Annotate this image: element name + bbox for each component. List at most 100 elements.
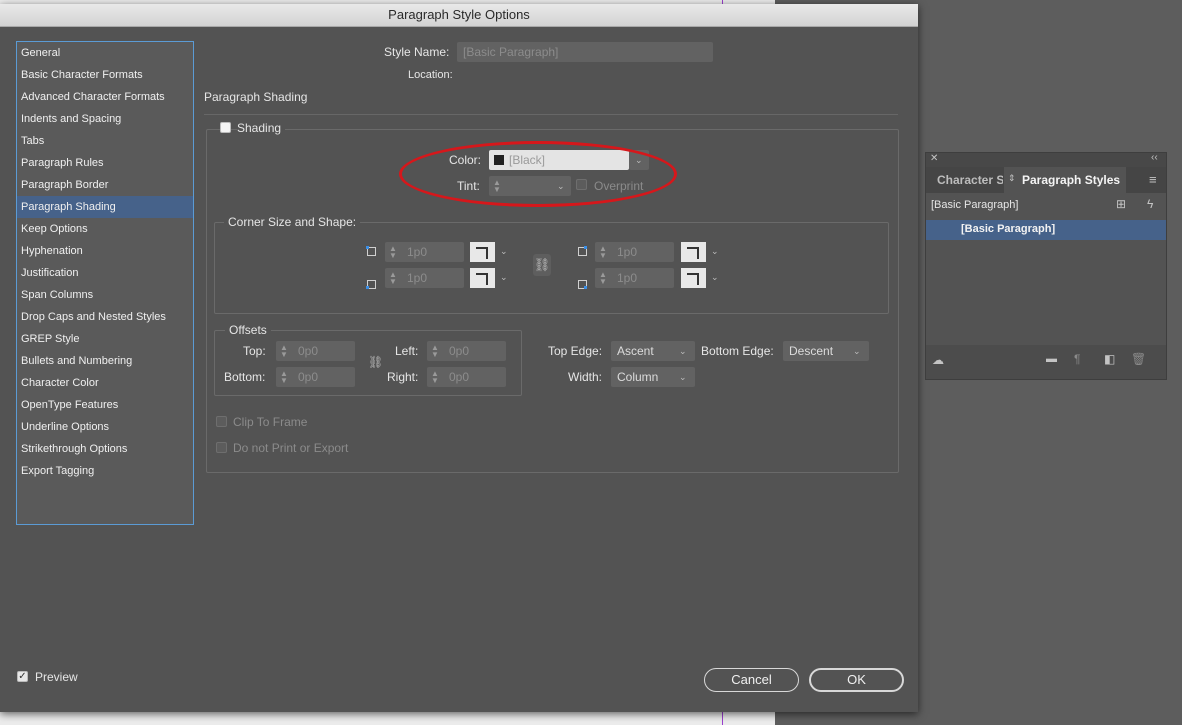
sidebar-item-paragraph-rules[interactable]: Paragraph Rules bbox=[17, 152, 193, 174]
width-value: Column bbox=[617, 370, 659, 384]
sidebar-item-justification[interactable]: Justification bbox=[17, 262, 193, 284]
offset-top-label: Top: bbox=[243, 344, 266, 358]
stepper-icon[interactable]: ▲ ▼ bbox=[279, 344, 289, 359]
preview-checkbox[interactable]: ✓ bbox=[17, 671, 28, 682]
stepper-icon[interactable]: ▲ ▼ bbox=[598, 245, 608, 260]
sidebar-item-tabs[interactable]: Tabs bbox=[17, 130, 193, 152]
style-list-item-label: [Basic Paragraph] bbox=[961, 223, 1056, 235]
style-name-label: Style Name: bbox=[384, 45, 450, 59]
style-name-field[interactable]: [Basic Paragraph] bbox=[457, 42, 713, 62]
top-edge-label: Top Edge: bbox=[548, 344, 603, 358]
link-icon[interactable]: ⛓ bbox=[533, 254, 551, 276]
chevron-down-icon[interactable]: ⌄ bbox=[711, 246, 719, 257]
top-edge-dropdown[interactable]: Ascent ⌄ bbox=[611, 341, 695, 361]
clip-to-frame-label: Clip To Frame bbox=[233, 415, 308, 429]
annotation-ellipse bbox=[399, 141, 677, 207]
offset-bottom-label: Bottom: bbox=[224, 370, 266, 384]
stepper-icon[interactable]: ▲ ▼ bbox=[430, 344, 440, 359]
no-print-label: Do not Print or Export bbox=[233, 441, 349, 455]
sidebar-item-bullets-and-numbering[interactable]: Bullets and Numbering bbox=[17, 350, 193, 372]
sidebar-item-hyphenation[interactable]: Hyphenation bbox=[17, 240, 193, 262]
offset-right-label: Right: bbox=[387, 370, 419, 384]
collapse-icon[interactable]: ‹‹ bbox=[1151, 152, 1158, 163]
corner-title: Corner Size and Shape: bbox=[224, 215, 361, 229]
panel-header: ✕ ‹‹ bbox=[926, 152, 1166, 167]
no-print-checkbox[interactable] bbox=[216, 442, 227, 453]
link-icon[interactable]: ⛓ bbox=[368, 351, 383, 373]
offsets-title: Offsets bbox=[225, 323, 271, 337]
paragraph-style-options-dialog: Paragraph Style Options General Basic Ch… bbox=[0, 4, 918, 712]
bottom-edge-value: Descent bbox=[789, 344, 834, 358]
clip-to-frame-checkbox[interactable] bbox=[216, 416, 227, 427]
trash-icon[interactable]: 🗑 bbox=[1131, 352, 1146, 366]
preview-label: Preview bbox=[35, 670, 78, 684]
pilcrow-icon[interactable]: ¶ bbox=[1074, 352, 1080, 366]
sidebar-item-span-columns[interactable]: Span Columns bbox=[17, 284, 193, 306]
style-list-item[interactable]: [Basic Paragraph] bbox=[926, 220, 1166, 240]
panel-menu-icon[interactable]: ≡ bbox=[1149, 172, 1157, 187]
top-right-corner-icon bbox=[578, 246, 587, 256]
tab-paragraph-styles-label: Paragraph Styles bbox=[1022, 173, 1121, 187]
sidebar-item-character-color[interactable]: Character Color bbox=[17, 372, 193, 394]
sidebar-item-general[interactable]: General bbox=[17, 42, 193, 64]
bottom-right-corner-shape[interactable] bbox=[681, 268, 706, 288]
new-style-icon[interactable]: ⊞ bbox=[1116, 197, 1126, 211]
stepper-icon[interactable]: ▲ ▼ bbox=[388, 271, 398, 286]
width-dropdown[interactable]: Column ⌄ bbox=[611, 367, 695, 387]
chevron-down-icon[interactable]: ⌄ bbox=[500, 246, 508, 257]
top-edge-value: Ascent bbox=[617, 344, 654, 358]
sidebar-item-grep-style[interactable]: GREP Style bbox=[17, 328, 193, 350]
chevron-down-icon: ⌄ bbox=[679, 372, 687, 382]
bottom-edge-label: Bottom Edge: bbox=[701, 344, 774, 358]
cloud-library-icon[interactable]: ☁ bbox=[932, 353, 944, 367]
stepper-icon[interactable]: ▲ ▼ bbox=[388, 245, 398, 260]
folder-icon[interactable]: ▬ bbox=[1046, 353, 1057, 365]
tab-paragraph-styles[interactable]: Paragraph Styles bbox=[1004, 167, 1126, 193]
column-guide bbox=[722, 712, 723, 725]
sidebar-item-export-tagging[interactable]: Export Tagging bbox=[17, 460, 193, 482]
stepper-icon[interactable]: ▲ ▼ bbox=[598, 271, 608, 286]
paragraph-styles-panel: ✕ ‹‹ Character S Paragraph Styles ⇕ ≡ [B… bbox=[925, 152, 1167, 380]
bottom-left-corner-shape[interactable] bbox=[470, 268, 495, 288]
sidebar-item-keep-options[interactable]: Keep Options bbox=[17, 218, 193, 240]
close-icon[interactable]: ✕ bbox=[930, 153, 938, 164]
sidebar-item-underline-options[interactable]: Underline Options bbox=[17, 416, 193, 438]
sidebar-item-opentype-features[interactable]: OpenType Features bbox=[17, 394, 193, 416]
section-title: Paragraph Shading bbox=[204, 90, 308, 104]
sidebar-item-advanced-character-formats[interactable]: Advanced Character Formats bbox=[17, 86, 193, 108]
dialog-title: Paragraph Style Options bbox=[0, 4, 918, 27]
offset-left-label: Left: bbox=[395, 344, 419, 358]
chevron-down-icon: ⌄ bbox=[853, 346, 861, 356]
chevron-down-icon[interactable]: ⌄ bbox=[711, 272, 719, 283]
sort-arrows-icon: ⇕ bbox=[1008, 173, 1016, 183]
chevron-down-icon[interactable]: ⌄ bbox=[500, 272, 508, 283]
panel-footer: ☁ ▬ ¶ ◧ 🗑 bbox=[926, 345, 1166, 379]
sidebar-item-strikethrough-options[interactable]: Strikethrough Options bbox=[17, 438, 193, 460]
sidebar-item-paragraph-border[interactable]: Paragraph Border bbox=[17, 174, 193, 196]
section-divider bbox=[204, 114, 898, 115]
sidebar-item-basic-character-formats[interactable]: Basic Character Formats bbox=[17, 64, 193, 86]
corner-group bbox=[214, 222, 889, 314]
chevron-down-icon: ⌄ bbox=[679, 346, 687, 356]
bottom-right-corner-icon bbox=[578, 280, 587, 289]
sidebar-item-drop-caps[interactable]: Drop Caps and Nested Styles bbox=[17, 306, 193, 328]
sidebar-item-paragraph-shading[interactable]: Paragraph Shading bbox=[17, 196, 193, 218]
location-label: Location: bbox=[408, 69, 453, 81]
stepper-icon[interactable]: ▲ ▼ bbox=[430, 370, 440, 385]
lightning-icon[interactable]: ϟ bbox=[1147, 197, 1153, 211]
ok-button[interactable]: OK bbox=[809, 668, 904, 692]
sidebar-item-indents-and-spacing[interactable]: Indents and Spacing bbox=[17, 108, 193, 130]
shading-label: Shading bbox=[237, 121, 286, 135]
shading-checkbox[interactable] bbox=[220, 122, 231, 133]
top-left-corner-icon bbox=[366, 246, 376, 256]
new-item-icon[interactable]: ◧ bbox=[1104, 352, 1115, 366]
bottom-edge-dropdown[interactable]: Descent ⌄ bbox=[783, 341, 869, 361]
top-right-corner-shape[interactable] bbox=[681, 242, 706, 262]
bottom-left-corner-icon bbox=[366, 280, 376, 289]
options-sidebar: General Basic Character Formats Advanced… bbox=[16, 41, 194, 525]
width-label: Width: bbox=[568, 370, 603, 384]
cancel-button[interactable]: Cancel bbox=[704, 668, 799, 692]
stepper-icon[interactable]: ▲ ▼ bbox=[279, 370, 289, 385]
top-left-corner-shape[interactable] bbox=[470, 242, 495, 262]
tab-character-styles[interactable]: Character S bbox=[937, 167, 1003, 193]
